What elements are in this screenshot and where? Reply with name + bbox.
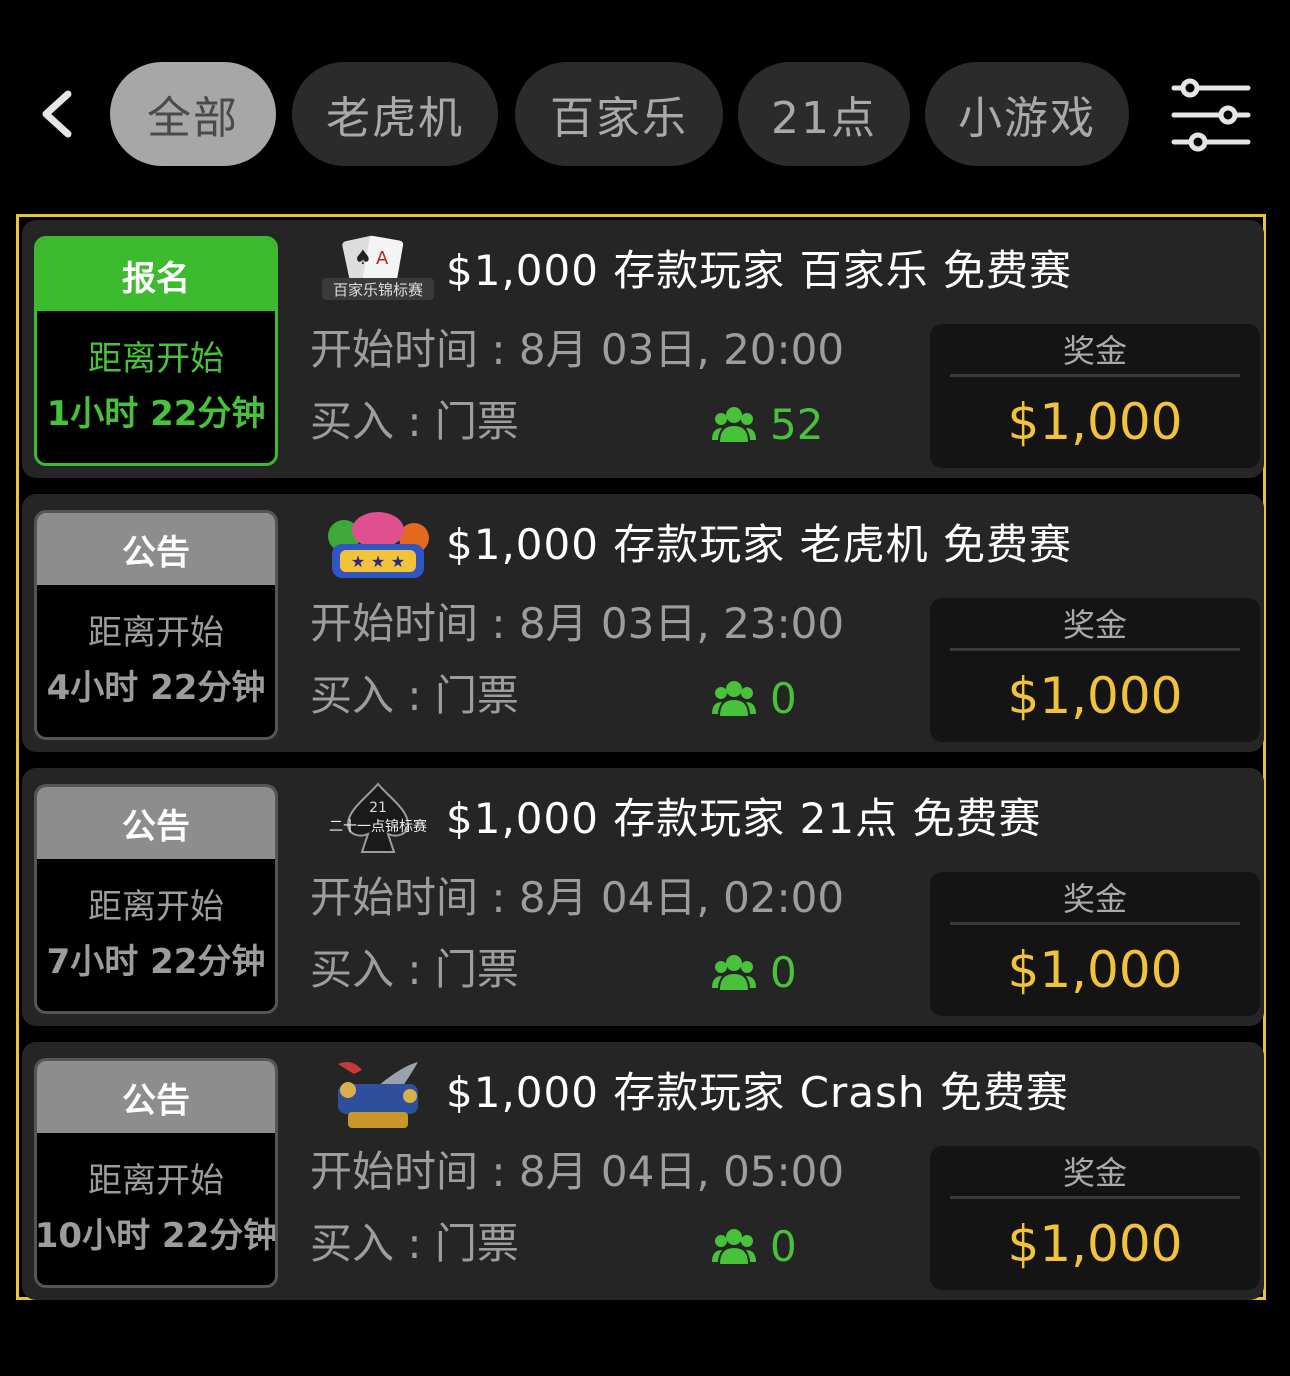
countdown-label: 距离开始 bbox=[88, 339, 224, 379]
top-bar: 全部 老虎机 百家乐 21点 小游戏 bbox=[0, 0, 1290, 200]
status-badge[interactable]: 公告 距离开始 7小时 22分钟 bbox=[34, 784, 278, 1014]
prize-box: 奖金 $1,000 bbox=[930, 598, 1260, 742]
prize-label: 奖金 bbox=[1062, 1154, 1127, 1192]
tab-baccarat[interactable]: 百家乐 bbox=[515, 62, 723, 166]
player-count: 0 bbox=[712, 944, 797, 1000]
player-count-value: 0 bbox=[770, 673, 797, 723]
tournament-title: $1,000 存款玩家 百家乐 免费赛 bbox=[446, 246, 1073, 295]
players-icon bbox=[712, 681, 756, 716]
baccarat-logo-icon: ♠ A 百家乐锦标赛 bbox=[322, 235, 434, 300]
start-time: 开始时间 : 8月 03日, 20:00 bbox=[310, 325, 845, 374]
prize-label: 奖金 bbox=[1062, 880, 1127, 918]
status-label: 公告 bbox=[37, 513, 275, 585]
tournament-list: 报名 距离开始 1小时 22分钟 ♠ A 百家乐锦标赛 $1,000 存款玩家 … bbox=[16, 214, 1266, 1300]
player-count: 0 bbox=[712, 1218, 797, 1274]
countdown-value: 7小时 22分钟 bbox=[46, 942, 266, 982]
countdown-label: 距离开始 bbox=[88, 1161, 224, 1201]
tournament-card[interactable]: 公告 距离开始 7小时 22分钟 21 二十一点锦标赛 $1,000 存款玩家 … bbox=[22, 768, 1264, 1026]
svg-text:♠: ♠ bbox=[354, 245, 372, 269]
divider bbox=[950, 648, 1240, 651]
tournament-title: $1,000 存款玩家 21点 免费赛 bbox=[446, 794, 1042, 843]
status-label: 公告 bbox=[37, 787, 275, 859]
prize-label: 奖金 bbox=[1062, 332, 1127, 370]
tournament-card[interactable]: 公告 距离开始 4小时 22分钟 ★ ★ ★ $1,000 存款玩家 老虎机 免… bbox=[22, 494, 1264, 752]
filter-sliders-icon[interactable] bbox=[1166, 70, 1256, 160]
countdown-value: 10小时 22分钟 bbox=[34, 1216, 278, 1256]
svg-text:百家乐锦标赛: 百家乐锦标赛 bbox=[333, 281, 423, 299]
svg-text:二十一点锦标赛: 二十一点锦标赛 bbox=[329, 818, 427, 835]
tournament-title: $1,000 存款玩家 Crash 免费赛 bbox=[446, 1068, 1069, 1117]
players-icon bbox=[712, 407, 756, 442]
tournament-card[interactable]: 报名 距离开始 1小时 22分钟 ♠ A 百家乐锦标赛 $1,000 存款玩家 … bbox=[22, 220, 1264, 478]
player-count: 52 bbox=[712, 396, 823, 452]
prize-label: 奖金 bbox=[1062, 606, 1127, 644]
blackjack-logo-icon: 21 二十一点锦标赛 bbox=[329, 782, 427, 853]
buy-in: 买入 : 门票 bbox=[310, 671, 519, 720]
buy-in: 买入 : 门票 bbox=[310, 1219, 519, 1268]
svg-text:★ ★ ★: ★ ★ ★ bbox=[351, 552, 405, 571]
divider bbox=[950, 1196, 1240, 1199]
countdown-label: 距离开始 bbox=[88, 613, 224, 653]
start-time: 开始时间 : 8月 04日, 02:00 bbox=[310, 873, 845, 922]
tab-mini-games[interactable]: 小游戏 bbox=[925, 62, 1129, 166]
start-time: 开始时间 : 8月 04日, 05:00 bbox=[310, 1147, 845, 1196]
players-icon bbox=[712, 1229, 756, 1264]
player-count-value: 52 bbox=[770, 399, 824, 449]
tournament-title: $1,000 存款玩家 老虎机 免费赛 bbox=[446, 520, 1073, 569]
divider bbox=[950, 922, 1240, 925]
status-badge[interactable]: 报名 距离开始 1小时 22分钟 bbox=[34, 236, 278, 466]
player-count: 0 bbox=[712, 670, 797, 726]
prize-value: $1,000 bbox=[1007, 1215, 1183, 1273]
svg-text:A: A bbox=[376, 248, 389, 269]
players-icon bbox=[712, 955, 756, 990]
start-time: 开始时间 : 8月 03日, 23:00 bbox=[310, 599, 845, 648]
status-label: 报名 bbox=[37, 239, 275, 311]
slots-logo-icon: ★ ★ ★ bbox=[328, 512, 429, 578]
countdown-label: 距离开始 bbox=[88, 887, 224, 927]
prize-value: $1,000 bbox=[1007, 667, 1183, 725]
crash-logo-icon bbox=[338, 1062, 418, 1128]
prize-value: $1,000 bbox=[1007, 393, 1183, 451]
tab-all[interactable]: 全部 bbox=[110, 62, 276, 166]
player-count-value: 0 bbox=[770, 947, 797, 997]
prize-value: $1,000 bbox=[1007, 941, 1183, 999]
prize-box: 奖金 $1,000 bbox=[930, 1146, 1260, 1290]
countdown-value: 4小时 22分钟 bbox=[46, 668, 266, 708]
countdown-value: 1小时 22分钟 bbox=[46, 394, 266, 434]
buy-in: 买入 : 门票 bbox=[310, 945, 519, 994]
player-count-value: 0 bbox=[770, 1221, 797, 1271]
tab-blackjack[interactable]: 21点 bbox=[738, 62, 910, 166]
prize-box: 奖金 $1,000 bbox=[930, 872, 1260, 1016]
tab-slots[interactable]: 老虎机 bbox=[292, 62, 498, 166]
status-badge[interactable]: 公告 距离开始 10小时 22分钟 bbox=[34, 1058, 278, 1288]
back-chevron-icon[interactable] bbox=[28, 78, 88, 150]
prize-box: 奖金 $1,000 bbox=[930, 324, 1260, 468]
buy-in: 买入 : 门票 bbox=[310, 397, 519, 446]
svg-text:21: 21 bbox=[369, 800, 387, 816]
status-label: 公告 bbox=[37, 1061, 275, 1133]
tournament-card[interactable]: 公告 距离开始 10小时 22分钟 $1,000 存款玩家 Crash 免费赛 … bbox=[22, 1042, 1264, 1300]
status-badge[interactable]: 公告 距离开始 4小时 22分钟 bbox=[34, 510, 278, 740]
divider bbox=[950, 374, 1240, 377]
